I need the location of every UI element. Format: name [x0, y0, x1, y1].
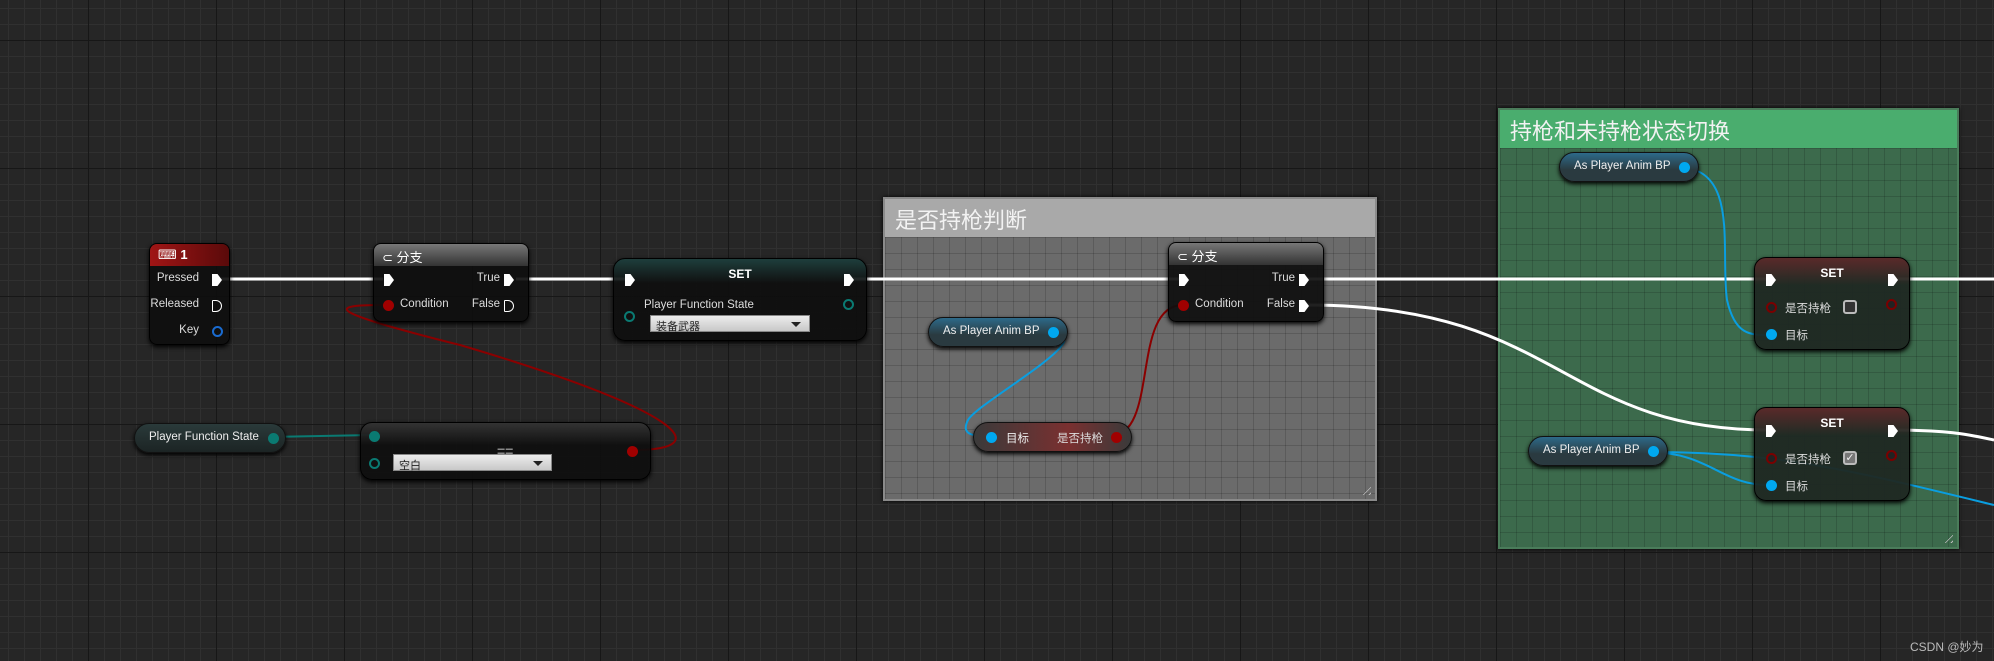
dropdown-value: 装备武器 [656, 321, 700, 333]
node-title: SET [1820, 266, 1844, 280]
exec-in-pin[interactable] [384, 274, 394, 286]
branch-icon: ⊂ [1177, 249, 1192, 264]
pin-label-key: Key [179, 324, 199, 336]
true-exec-pin[interactable] [1299, 274, 1309, 286]
getter-label: Player Function State [149, 431, 259, 443]
enum-dropdown[interactable]: 装备武器 [650, 315, 810, 333]
output-pin[interactable] [1648, 446, 1659, 457]
as-player-anim-bp-getter-2[interactable]: As Player Anim BP [1559, 152, 1699, 182]
node-title: SET [728, 267, 752, 281]
exec-wire [1306, 303, 1770, 432]
branch-node-2[interactable]: ⊂ 分支 Condition True False [1168, 242, 1324, 322]
target-label: 目标 [1785, 481, 1808, 493]
pressed-exec-pin[interactable] [212, 274, 222, 286]
target-pin[interactable] [1766, 480, 1777, 491]
node-header: ⊂ 分支 [1169, 243, 1323, 265]
exec-in-pin[interactable] [1179, 274, 1189, 286]
condition-pin[interactable] [1178, 300, 1189, 311]
bool-wire [1109, 304, 1184, 437]
output-pin[interactable] [268, 433, 279, 444]
watermark: CSDN @妙为 [1910, 640, 1984, 654]
keyboard-icon: ⌨ [158, 247, 181, 262]
var-label: Player Function State [644, 299, 754, 311]
pin-label-true: True [1271, 272, 1295, 284]
chevron-down-icon [791, 322, 801, 327]
pin-label-true: True [476, 272, 500, 284]
object-wire [964, 331, 1066, 437]
set-player-function-state-node[interactable]: SET Player Function State 装备武器 [613, 258, 867, 341]
output-pin[interactable] [1679, 162, 1690, 173]
node-header: ⌨ 1 [150, 244, 229, 266]
chevron-down-icon [533, 461, 543, 466]
is-armed-checkbox[interactable]: ✓ [1843, 451, 1857, 465]
branch-node[interactable]: ⊂ 分支 Condition True False [373, 243, 529, 322]
released-exec-pin[interactable] [212, 300, 222, 312]
output-pin[interactable] [1111, 432, 1122, 443]
is-armed-checkbox[interactable] [1843, 300, 1857, 314]
value-pin[interactable] [624, 311, 635, 322]
pin-label-condition: Condition [1195, 298, 1244, 310]
target-pin[interactable] [986, 432, 997, 443]
value-pin[interactable] [1766, 302, 1777, 313]
condition-pin[interactable] [383, 300, 394, 311]
a-input-pin[interactable] [369, 431, 380, 442]
target-pin[interactable] [1766, 329, 1777, 340]
target-label: 目标 [1006, 433, 1029, 445]
false-exec-pin[interactable] [504, 300, 514, 312]
get-is-armed-node[interactable]: 目标 是否持枪 [973, 422, 1132, 452]
output-label: 是否持枪 [1057, 433, 1103, 445]
output-pin[interactable] [1048, 327, 1059, 338]
as-player-anim-bp-getter-3[interactable]: As Player Anim BP [1528, 436, 1668, 466]
equals-enum-node[interactable]: == 空白 [360, 422, 651, 480]
key-pin[interactable] [212, 326, 223, 337]
pin-label-released: Released [150, 298, 199, 310]
getter-label: As Player Anim BP [1574, 160, 1671, 172]
var-label: 是否持枪 [1785, 454, 1831, 466]
pin-label-false: False [1266, 298, 1295, 310]
output-pin[interactable] [843, 299, 854, 310]
set-is-armed-true-node[interactable]: SET 是否持枪 ✓ 目标 [1754, 407, 1910, 501]
output-pin[interactable] [1886, 450, 1897, 461]
branch-icon: ⊂ [382, 250, 397, 265]
node-header: ⊂ 分支 [374, 244, 528, 266]
getter-label: As Player Anim BP [1543, 444, 1640, 456]
key-event-node[interactable]: ⌨ 1 Pressed Released Key [149, 243, 230, 345]
false-exec-pin[interactable] [1299, 300, 1309, 312]
node-title: SET [1820, 416, 1844, 430]
check-icon: ✓ [1845, 452, 1855, 464]
getter-label: As Player Anim BP [943, 325, 1040, 337]
output-pin[interactable] [1886, 299, 1897, 310]
pin-label-pressed: Pressed [156, 272, 199, 284]
dropdown-value: 空白 [399, 460, 421, 472]
player-function-state-getter[interactable]: Player Function State [134, 423, 286, 453]
pin-label-condition: Condition [400, 298, 449, 310]
b-input-pin[interactable] [369, 458, 380, 469]
target-label: 目标 [1785, 330, 1808, 342]
enum-dropdown[interactable]: 空白 [393, 454, 552, 472]
as-player-anim-bp-getter[interactable]: As Player Anim BP [928, 317, 1068, 347]
set-is-armed-false-node[interactable]: SET 是否持枪 目标 [1754, 257, 1910, 350]
pin-label-false: False [471, 298, 500, 310]
var-label: 是否持枪 [1785, 303, 1831, 315]
result-pin[interactable] [627, 446, 638, 457]
true-exec-pin[interactable] [504, 274, 514, 286]
value-pin[interactable] [1766, 453, 1777, 464]
